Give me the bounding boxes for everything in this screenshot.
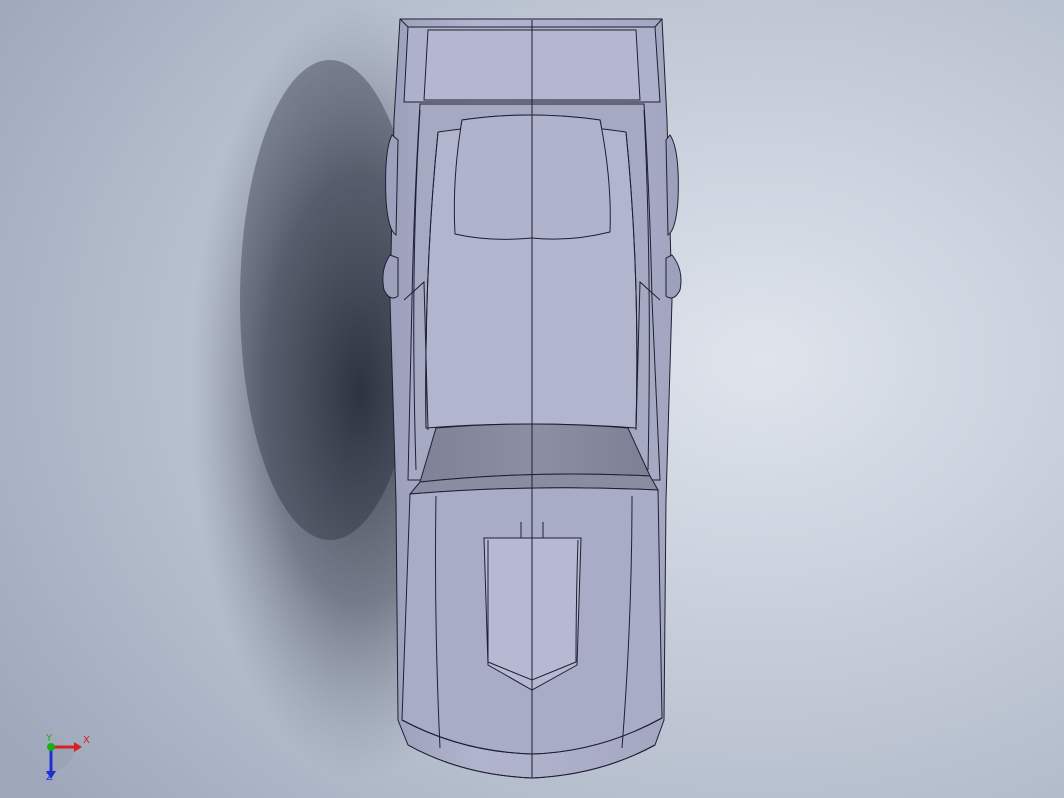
triad-x-label: X <box>83 735 90 746</box>
graphics-viewport[interactable]: X Y Z <box>0 0 1064 798</box>
triad-quadrant <box>51 748 74 771</box>
car-body[interactable] <box>382 18 682 779</box>
right-mirror-lower <box>665 254 682 299</box>
car-model-view[interactable] <box>0 0 1064 798</box>
right-mirror <box>665 134 679 236</box>
triad-z-label: Z <box>46 772 53 783</box>
triad-y-label: Y <box>46 733 53 744</box>
windshield <box>419 423 651 483</box>
